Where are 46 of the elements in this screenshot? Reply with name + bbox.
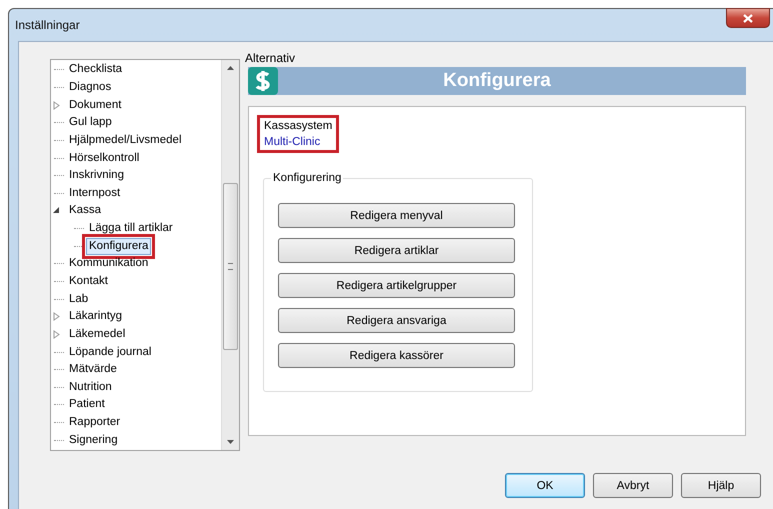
tree-item[interactable]: Rapporter — [66, 414, 124, 432]
edit-button[interactable]: Redigera menyval — [278, 203, 515, 228]
dialog-button[interactable]: Hjälp — [681, 473, 761, 498]
edit-button[interactable]: Redigera artiklar — [278, 238, 515, 263]
tree-item[interactable]: Läkemedel — [66, 326, 128, 343]
tree-item[interactable]: Lägga till artiklar — [86, 220, 176, 238]
collapse-icon[interactable] — [53, 207, 60, 214]
tree-item[interactable]: Gul lapp — [66, 114, 115, 132]
field-value: Multi-Clinic — [264, 136, 322, 148]
tree-item[interactable]: Kontakt — [66, 273, 111, 290]
dollar-icon — [248, 67, 278, 95]
tree-item[interactable]: Diagnos — [66, 78, 114, 96]
header-title: Konfigurera — [442, 70, 552, 92]
field-label: Kassasystem — [264, 120, 332, 132]
tree-item[interactable]: Signering — [66, 432, 121, 449]
tree-item[interactable]: Lab — [66, 290, 92, 308]
scroll-up-icon[interactable] — [227, 66, 234, 70]
group-label: Konfigurering — [271, 172, 344, 184]
tree-item[interactable]: Kassa — [66, 202, 104, 220]
dialog-button[interactable]: OK — [505, 473, 585, 498]
tree-item[interactable]: Mätvärde — [66, 361, 120, 378]
tree-item[interactable]: Internpost — [66, 184, 124, 202]
dialog-button[interactable]: Avbryt — [593, 473, 673, 498]
group-label: Alternativ — [245, 51, 296, 65]
close-button[interactable] — [726, 8, 770, 28]
window-title: Inställningar — [15, 18, 80, 32]
scroll-down-icon[interactable] — [227, 440, 234, 444]
scroll-thumb[interactable] — [223, 183, 238, 350]
expand-icon[interactable] — [53, 330, 60, 339]
expand-icon[interactable] — [53, 312, 60, 322]
tree-item[interactable]: Läkarintyg — [66, 308, 126, 326]
tree-item[interactable]: Patient — [66, 396, 108, 414]
tree-item[interactable]: Hörselkontroll — [66, 150, 142, 167]
tree-item[interactable]: Dokument — [66, 96, 124, 114]
scrollbar[interactable] — [221, 60, 239, 450]
expand-icon[interactable] — [53, 100, 60, 110]
tree-item[interactable]: Checklista — [66, 61, 126, 78]
tree-item[interactable]: Nutrition — [66, 378, 115, 396]
edit-button[interactable]: Redigera kassörer — [278, 343, 515, 368]
close-icon — [743, 14, 753, 22]
tree-item[interactable]: Hjälpmedel/Livsmedel — [66, 132, 184, 149]
tree-item[interactable]: Inskrivning — [66, 167, 127, 184]
tree-item[interactable]: Löpande journal — [66, 344, 154, 361]
edit-button[interactable]: Redigera ansvariga — [278, 308, 515, 333]
tree-item[interactable]: Kommunikation — [66, 255, 152, 272]
edit-button[interactable]: Redigera artikelgrupper — [278, 273, 515, 298]
